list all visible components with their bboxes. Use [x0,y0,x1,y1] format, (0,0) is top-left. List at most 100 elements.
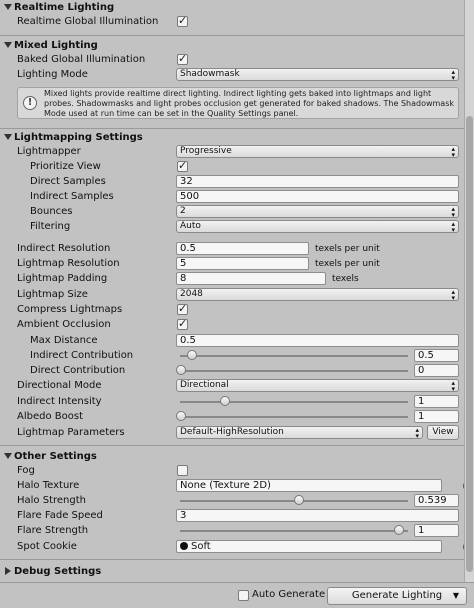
bottom-toolbar: Auto Generate Generate Lighting ▼ [0,582,474,608]
dropdown-arrows-icon: ▴ ▾ [451,220,455,234]
compress-lightmaps-row: Compress Lightmaps ✓ [17,302,188,315]
albedo-boost-row: Albedo Boost 1 [0,409,464,425]
lightmap-padding-unit: texels [332,274,359,284]
lightmap-resolution-unit: texels per unit [315,259,380,269]
indirect-contribution-slider-track[interactable] [180,355,408,357]
dropdown-arrows-icon: ▴ ▾ [451,379,455,393]
indirect-intensity-slider-track[interactable] [180,401,408,403]
lightmapper-row: Lightmapper Progressive ▴ ▾ [0,144,464,160]
indirect-intensity-row: Indirect Intensity 1 [0,394,464,410]
baked-gi-checkbox[interactable]: ✓ [177,52,188,65]
indirect-intensity-input[interactable]: 1 [414,395,459,408]
dropdown-arrows-icon: ▴ ▾ [451,68,455,82]
direct-contribution-slider-thumb[interactable] [176,365,186,375]
halo-strength-row: Halo Strength 0.539 [0,493,464,509]
check-icon: ✓ [178,52,188,65]
scrollbar-thumb[interactable] [466,116,473,572]
mixed-lighting-info-box: ! Mixed lights provide realtime direct l… [17,87,459,119]
filtering-row: Filtering Auto ▴ ▾ [0,219,464,235]
realtime-gi-checkbox[interactable]: ✓ [177,14,188,27]
fog-row: Fog [0,463,464,479]
max-distance-row: Max Distance 0.5 [0,333,464,349]
directional-mode-row: Directional Mode Directional ▴ ▾ [0,378,464,394]
direct-contribution-input[interactable]: 0 [414,364,459,377]
spot-cookie-object-field[interactable]: Soft [176,540,442,553]
lightmap-padding-input[interactable]: 8 [176,272,326,285]
check-icon: ✓ [178,302,188,315]
view-parameters-button[interactable]: View [427,425,459,440]
baked-gi-row: Baked Global Illumination ✓ [0,52,464,68]
info-text: Mixed lights provide realtime direct lig… [44,89,455,118]
auto-generate-label: Auto Generate [252,589,326,600]
lightmap-parameters-dropdown[interactable]: Default-HighResolution ▴ ▾ [176,426,423,440]
lightmap-size-dropdown[interactable]: 2048 ▴ ▾ [176,288,459,302]
prioritize-view-row: Prioritize View ✓ [30,159,188,172]
indirect-contribution-row: Indirect Contribution 0.5 [0,348,464,364]
auto-generate-checkbox[interactable] [238,590,249,601]
dropdown-arrows-icon: ▴ ▾ [415,426,419,440]
realtime-gi-row: Realtime Global Illumination ✓ [0,14,464,30]
indirect-resolution-row: Indirect Resolution 0.5 texels per unit [17,242,380,255]
foldout-expanded-icon[interactable] [4,4,12,10]
indirect-resolution-input[interactable]: 0.5 [176,242,309,255]
check-icon: ✓ [178,159,188,172]
direct-contribution-slider-track[interactable] [180,370,408,372]
lightmap-resolution-input[interactable]: 5 [176,257,309,270]
max-distance-input[interactable]: 0.5 [176,334,459,347]
lighting-panel: Realtime Lighting Realtime Global Illumi… [0,0,464,582]
lightmap-resolution-row: Lightmap Resolution 5 texels per unit [17,257,380,270]
lightmap-parameters-row: Lightmap Parameters Default-HighResoluti… [0,425,464,441]
direct-samples-input[interactable]: 32 [176,175,459,188]
fog-checkbox[interactable] [177,465,188,476]
flare-strength-slider-track[interactable] [180,530,408,532]
flare-fade-speed-row: Flare Fade Speed 3 [0,508,464,524]
generate-lighting-button[interactable]: Generate Lighting ▼ [327,587,467,605]
halo-texture-object-field[interactable]: None (Texture 2D) [176,479,442,492]
flare-strength-row: Flare Strength 1 [0,523,464,539]
halo-strength-slider-thumb[interactable] [293,495,304,505]
dropdown-arrows-icon: ▴ ▾ [451,205,455,219]
direct-contribution-row: Direct Contribution 0 [0,363,464,379]
ambient-occlusion-row: Ambient Occlusion ✓ [17,317,188,330]
debug-settings-header[interactable]: Debug Settings [0,564,464,580]
filtering-dropdown[interactable]: Auto ▴ ▾ [176,220,459,234]
info-icon: ! [23,96,37,110]
flare-fade-speed-input[interactable]: 3 [176,509,459,522]
vertical-scrollbar[interactable] [464,0,474,582]
lightmap-padding-row: Lightmap Padding 8 texels [17,272,359,285]
dropdown-arrow-icon[interactable]: ▼ [453,588,459,604]
lighting-mode-row: Lighting Mode Shadowmask ▴ ▾ [0,67,464,83]
albedo-boost-input[interactable]: 1 [414,410,459,423]
foldout-expanded-icon[interactable] [4,42,12,48]
prioritize-view-checkbox[interactable]: ✓ [177,159,188,172]
compress-lightmaps-checkbox[interactable]: ✓ [177,302,188,315]
indirect-samples-row: Indirect Samples 500 [0,189,464,205]
flare-strength-input[interactable]: 1 [414,524,459,537]
lighting-mode-dropdown[interactable]: Shadowmask ▴ ▾ [176,68,459,82]
dropdown-arrows-icon: ▴ ▾ [451,145,455,159]
albedo-boost-slider-track[interactable] [180,416,408,418]
lightmap-size-row: Lightmap Size 2048 ▴ ▾ [0,287,464,303]
foldout-expanded-icon[interactable] [4,134,12,140]
indirect-contribution-input[interactable]: 0.5 [414,349,459,362]
ambient-occlusion-checkbox[interactable]: ✓ [177,317,188,330]
indirect-contribution-slider-thumb[interactable] [186,350,197,360]
realtime-gi-label: Realtime Global Illumination [17,16,159,27]
bounces-dropdown[interactable]: 2 ▴ ▾ [176,205,459,219]
directional-mode-dropdown[interactable]: Directional ▴ ▾ [176,379,459,393]
check-icon: ✓ [178,14,188,27]
lightmapper-dropdown[interactable]: Progressive ▴ ▾ [176,145,459,159]
dropdown-arrows-icon: ▴ ▾ [451,288,455,302]
indirect-intensity-slider-thumb[interactable] [219,396,230,406]
albedo-boost-slider-thumb[interactable] [176,411,186,421]
texture-icon [180,542,188,550]
halo-strength-input[interactable]: 0.539 [414,494,459,507]
bounces-row: Bounces 2 ▴ ▾ [0,204,464,220]
baked-gi-label: Baked Global Illumination [17,54,146,65]
foldout-expanded-icon[interactable] [4,453,12,459]
direct-samples-row: Direct Samples 32 [0,174,464,190]
indirect-samples-input[interactable]: 500 [176,190,459,203]
foldout-collapsed-icon[interactable] [5,567,11,575]
flare-strength-slider-thumb[interactable] [394,525,404,535]
check-icon: ✓ [178,317,188,330]
